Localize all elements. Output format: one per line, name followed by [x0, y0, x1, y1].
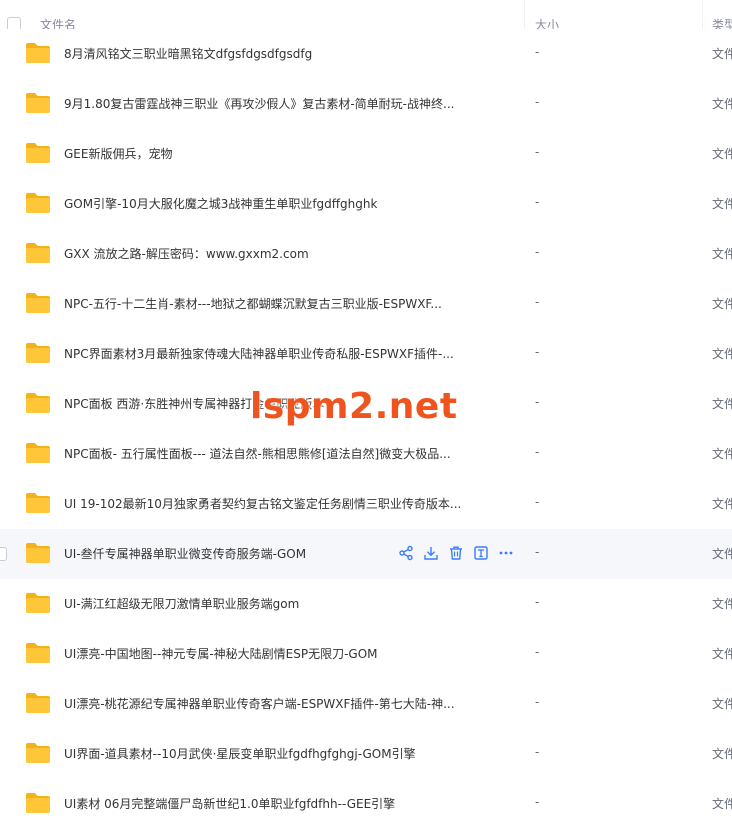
table-row[interactable]: UI 19-102最新10月独家勇者契约复古铭文鉴定任务剧情三职业传奇版本...… [0, 479, 732, 529]
table-row[interactable]: 8月清风铭文三职业暗黑铭文dfgsfdgsdfgsdfg - 文件 [0, 29, 732, 79]
folder-icon[interactable] [25, 542, 51, 564]
table-row[interactable]: NPC面板- 五行属性面板--- 道法自然-熊相思熊修[道法自然]微变大极品..… [0, 429, 732, 479]
file-type: 文件 [712, 447, 732, 461]
table-row[interactable]: UI界面-道具素材--10月武侠·星辰变单职业fgdfhgfghgj-GOM引擎… [0, 729, 732, 779]
file-name-link[interactable]: GOM引擎-10月大服化魔之城3战神重生单职业fgdffghghk [64, 195, 377, 212]
folder-icon[interactable] [25, 792, 51, 814]
file-size: - [535, 295, 540, 309]
folder-icon[interactable] [25, 442, 51, 464]
file-size: - [535, 495, 540, 509]
file-name-link[interactable]: NPC界面素材3月最新独家侍魂大陆神器单职业传奇私服-ESPWXF插件-... [64, 345, 454, 362]
table-row[interactable]: GXX 流放之路-解压密码：www.gxxm2.com - 文件 [0, 229, 732, 279]
file-type: 文件 [712, 747, 732, 761]
file-type: 文件 [712, 547, 732, 561]
file-name-link[interactable]: 8月清风铭文三职业暗黑铭文dfgsfdgsdfgsdfg [64, 45, 312, 62]
file-name-link[interactable]: NPC-五行-十二生肖-素材---地狱之都蝴蝶沉默复古三职业版-ESPWXF..… [64, 295, 442, 312]
folder-icon[interactable] [25, 92, 51, 114]
file-name-link[interactable]: UI 19-102最新10月独家勇者契约复古铭文鉴定任务剧情三职业传奇版本... [64, 495, 461, 512]
file-name-link[interactable]: GXX 流放之路-解压密码：www.gxxm2.com [64, 245, 309, 262]
folder-icon[interactable] [25, 492, 51, 514]
folder-icon[interactable] [25, 42, 51, 64]
watermark-text: lspm2.net [250, 386, 458, 427]
file-type: 文件 [712, 197, 732, 211]
file-size: - [535, 45, 540, 59]
folder-icon[interactable] [25, 392, 51, 414]
table-row[interactable]: UI-叁仟专属神器单职业微变传奇服务端-GOM - 文件 [0, 529, 732, 579]
file-name-link[interactable]: UI-叁仟专属神器单职业微变传奇服务端-GOM [64, 545, 306, 562]
file-size: - [535, 545, 540, 559]
file-name-link[interactable]: 9月1.80复古雷霆战神三职业《再攻沙假人》复古素材-简单耐玩-战神终... [64, 95, 454, 112]
folder-icon[interactable] [25, 142, 51, 164]
file-type: 文件 [712, 597, 732, 611]
file-type: 文件 [712, 97, 732, 111]
table-row[interactable]: NPC-五行-十二生肖-素材---地狱之都蝴蝶沉默复古三职业版-ESPWXF..… [0, 279, 732, 329]
row-actions [398, 545, 514, 561]
table-row[interactable]: NPC界面素材3月最新独家侍魂大陆神器单职业传奇私服-ESPWXF插件-... -… [0, 329, 732, 379]
file-size: - [535, 145, 540, 159]
file-name-link[interactable]: UI素材 06月完整端僵尸岛新世纪1.0单职业fgfdfhh--GEE引擎 [64, 795, 395, 812]
file-type: 文件 [712, 647, 732, 661]
file-name-link[interactable]: UI-满江红超级无限刀激情单职业服务端gom [64, 595, 299, 612]
file-name-link[interactable]: UI漂亮-桃花源纪专属神器单职业传奇客户端-ESPWXF插件-第七大陆-神... [64, 695, 455, 712]
rename-icon[interactable] [473, 545, 489, 561]
file-name-link[interactable]: UI界面-道具素材--10月武侠·星辰变单职业fgdfhgfghgj-GOM引擎 [64, 745, 416, 762]
file-size: - [535, 445, 540, 459]
table-row[interactable]: GEE新版佣兵，宠物 - 文件 [0, 129, 732, 179]
file-size: - [535, 695, 540, 709]
table-row[interactable]: GOM引擎-10月大服化魔之城3战神重生单职业fgdffghghk - 文件 [0, 179, 732, 229]
folder-icon[interactable] [25, 242, 51, 264]
folder-icon[interactable] [25, 642, 51, 664]
table-row[interactable]: UI-满江红超级无限刀激情单职业服务端gom - 文件 [0, 579, 732, 629]
file-type: 文件 [712, 497, 732, 511]
file-name-link[interactable]: NPC面板- 五行属性面板--- 道法自然-熊相思熊修[道法自然]微变大极品..… [64, 445, 451, 462]
folder-icon[interactable] [25, 342, 51, 364]
file-type: 文件 [712, 797, 732, 811]
file-size: - [535, 595, 540, 609]
file-type: 文件 [712, 147, 732, 161]
table-row[interactable]: UI素材 06月完整端僵尸岛新世纪1.0单职业fgfdfhh--GEE引擎 - 文件 [0, 779, 732, 826]
delete-icon[interactable] [448, 545, 464, 561]
table-row[interactable]: UI漂亮-中国地图--神元专属-神秘大陆剧情ESP无限刀-GOM - 文件 [0, 629, 732, 679]
file-type: 文件 [712, 397, 732, 411]
folder-icon[interactable] [25, 292, 51, 314]
file-name-link[interactable]: UI漂亮-中国地图--神元专属-神秘大陆剧情ESP无限刀-GOM [64, 645, 378, 662]
table-row[interactable]: 9月1.80复古雷霆战神三职业《再攻沙假人》复古素材-简单耐玩-战神终... - 文… [0, 79, 732, 129]
file-type: 文件 [712, 347, 732, 361]
file-size: - [535, 95, 540, 109]
file-size: - [535, 395, 540, 409]
download-icon[interactable] [423, 545, 439, 561]
file-type: 文件 [712, 297, 732, 311]
file-size: - [535, 795, 540, 809]
file-size: - [535, 195, 540, 209]
file-type: 文件 [712, 247, 732, 261]
folder-icon[interactable] [25, 192, 51, 214]
file-type: 文件 [712, 47, 732, 61]
more-icon[interactable] [498, 545, 514, 561]
file-size: - [535, 645, 540, 659]
file-name-link[interactable]: GEE新版佣兵，宠物 [64, 145, 172, 162]
table-row[interactable]: UI漂亮-桃花源纪专属神器单职业传奇客户端-ESPWXF插件-第七大陆-神...… [0, 679, 732, 729]
folder-icon[interactable] [25, 592, 51, 614]
file-type: 文件 [712, 697, 732, 711]
file-size: - [535, 245, 540, 259]
folder-icon[interactable] [25, 692, 51, 714]
share-icon[interactable] [398, 545, 414, 561]
row-checkbox[interactable] [0, 547, 7, 561]
file-size: - [535, 345, 540, 359]
folder-icon[interactable] [25, 742, 51, 764]
file-size: - [535, 745, 540, 759]
